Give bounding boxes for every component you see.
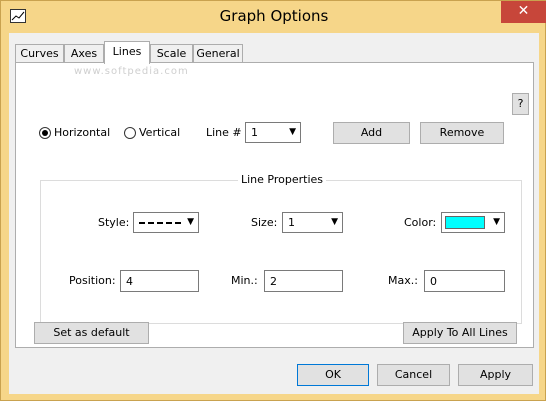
close-icon: ✕	[517, 3, 530, 19]
add-button[interactable]: Add	[333, 122, 410, 144]
chevron-down-icon: ▼	[289, 127, 296, 137]
apply-button[interactable]: Apply	[458, 364, 533, 386]
color-label: Color:	[404, 216, 437, 229]
close-button[interactable]: ✕	[501, 1, 546, 23]
dialog-body: Curves Axes Lines Scale General www.soft…	[9, 33, 539, 394]
tab-scale[interactable]: Scale	[150, 44, 193, 63]
line-style-preview	[139, 222, 181, 224]
min-input[interactable]: 2	[264, 270, 343, 292]
chevron-down-icon: ▼	[493, 217, 500, 227]
max-input[interactable]: 0	[424, 270, 505, 292]
chevron-down-icon: ▼	[331, 217, 338, 227]
tab-general[interactable]: General	[193, 44, 243, 63]
color-swatch	[445, 216, 485, 229]
line-number-label: Line #	[206, 126, 242, 139]
min-label: Min.:	[231, 274, 258, 287]
title-bar[interactable]: Graph Options ✕	[1, 1, 546, 33]
remove-button[interactable]: Remove	[420, 122, 504, 144]
radio-selected-dot	[42, 130, 48, 136]
window-title: Graph Options	[219, 7, 329, 25]
graph-options-window: Graph Options ✕ Curves Axes Lines Scale …	[0, 0, 546, 401]
help-button[interactable]: ?	[512, 93, 529, 115]
vertical-radio[interactable]	[124, 127, 136, 139]
line-properties-title: Line Properties	[41, 173, 523, 186]
tab-lines[interactable]: Lines	[104, 41, 150, 64]
set-as-default-button[interactable]: Set as default	[34, 322, 149, 344]
apply-to-all-lines-button[interactable]: Apply To All Lines	[403, 322, 517, 344]
max-label: Max.:	[388, 274, 418, 287]
horizontal-label[interactable]: Horizontal	[54, 126, 110, 139]
position-input[interactable]: 4	[120, 270, 199, 292]
color-select[interactable]: ▼	[441, 212, 505, 233]
horizontal-radio[interactable]	[39, 127, 51, 139]
lines-tab-panel: www.softpedia.com ? Horizontal Vertical …	[15, 62, 534, 348]
size-label: Size:	[251, 216, 278, 229]
style-label: Style:	[98, 216, 130, 229]
watermark: www.softpedia.com	[74, 66, 189, 77]
tab-axes[interactable]: Axes	[64, 44, 104, 63]
position-label: Position:	[69, 274, 116, 287]
chevron-down-icon: ▼	[187, 217, 194, 227]
ok-button[interactable]: OK	[297, 364, 369, 386]
cancel-button[interactable]: Cancel	[377, 364, 450, 386]
style-select[interactable]: ▼	[133, 212, 199, 233]
size-value: 1	[288, 216, 295, 229]
line-number-select[interactable]: 1 ▼	[245, 122, 301, 143]
vertical-label[interactable]: Vertical	[139, 126, 180, 139]
line-properties-group: Line Properties Style: ▼ Size: 1 ▼ Color…	[40, 173, 522, 324]
line-number-value: 1	[251, 126, 258, 139]
size-select[interactable]: 1 ▼	[282, 212, 343, 233]
tab-curves[interactable]: Curves	[15, 44, 64, 63]
